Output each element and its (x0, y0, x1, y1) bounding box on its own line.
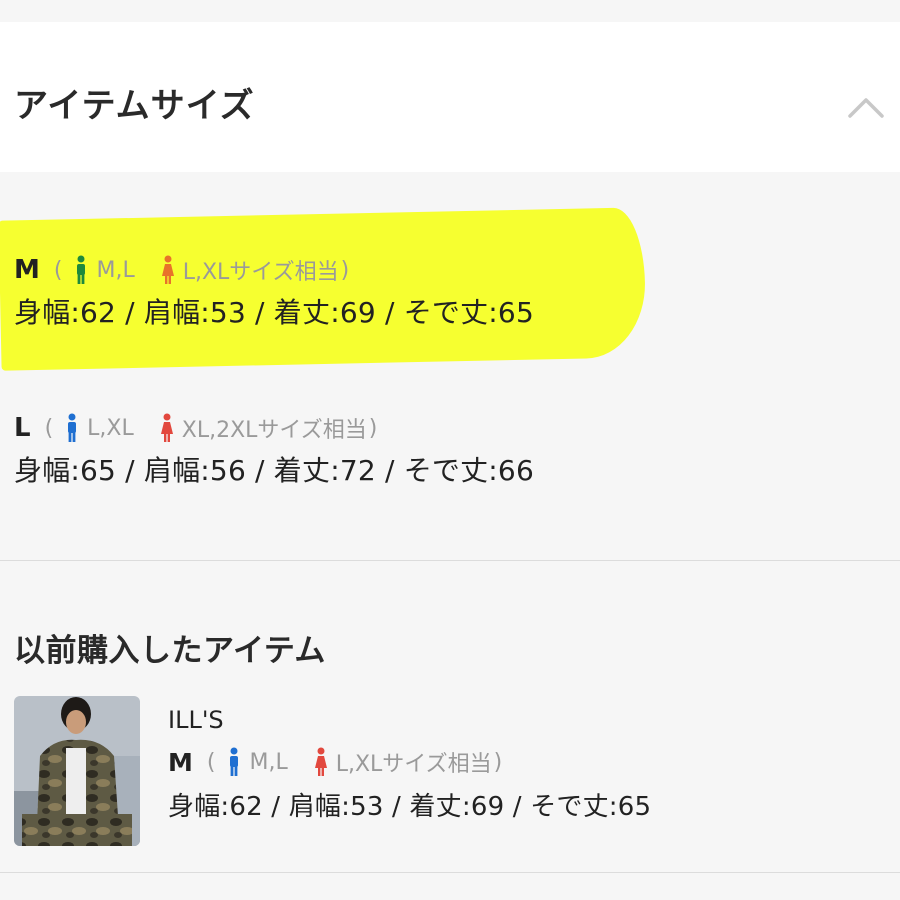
women-icon (161, 255, 174, 284)
men-icon (68, 413, 77, 442)
size-option-m: M ( M,L L,XLサイズ相当 ) 身幅:62 / 肩幅:53 / 着丈:6… (14, 250, 534, 336)
header-title: アイテムサイズ (14, 86, 255, 126)
section-divider (0, 872, 900, 873)
men-size-text: L,XL (87, 415, 134, 441)
women-icon (314, 747, 327, 776)
paren-open: ( (44, 415, 54, 441)
size-measurements: 身幅:62 / 肩幅:53 / 着丈:69 / そで丈:65 (168, 792, 652, 822)
product-thumbnail[interactable] (14, 696, 140, 846)
section-divider (0, 560, 900, 561)
men-icon (230, 747, 239, 776)
men-size-text: M,L (249, 749, 288, 775)
paren-close: ) (368, 415, 378, 441)
women-icon (160, 413, 173, 442)
chevron-up-icon[interactable] (846, 92, 886, 122)
size-label: M (168, 747, 193, 777)
paren-close: ) (340, 257, 350, 283)
paren-close: ) (493, 749, 503, 775)
size-option-l: L ( L,XL XL,2XLサイズ相当 ) 身幅:65 / 肩幅:56 / 着… (14, 408, 534, 494)
men-size-text: M,L (96, 257, 135, 283)
top-strip (0, 0, 900, 22)
paren-open: ( (53, 257, 63, 283)
women-size-text: L,XLサイズ相当 (335, 752, 492, 777)
brand-name: ILL'S (168, 706, 224, 734)
previous-item-details: ILL'S M ( M,L L,XLサイズ相当 ) 身幅:62 / 肩幅:53 … (168, 700, 651, 830)
women-size-text: L,XLサイズ相当 (182, 260, 339, 285)
women-size-text: XL,2XLサイズ相当 (181, 418, 367, 443)
previous-items-title: 以前購入したアイテム (14, 633, 326, 669)
item-size-header[interactable]: アイテムサイズ (0, 22, 900, 172)
paren-open: ( (206, 749, 216, 775)
size-label: L (14, 413, 31, 443)
men-icon (77, 255, 86, 284)
size-measurements: 身幅:65 / 肩幅:56 / 着丈:72 / そで丈:66 (14, 454, 534, 487)
size-measurements: 身幅:62 / 肩幅:53 / 着丈:69 / そで丈:65 (14, 296, 534, 329)
size-label: M (14, 255, 40, 285)
